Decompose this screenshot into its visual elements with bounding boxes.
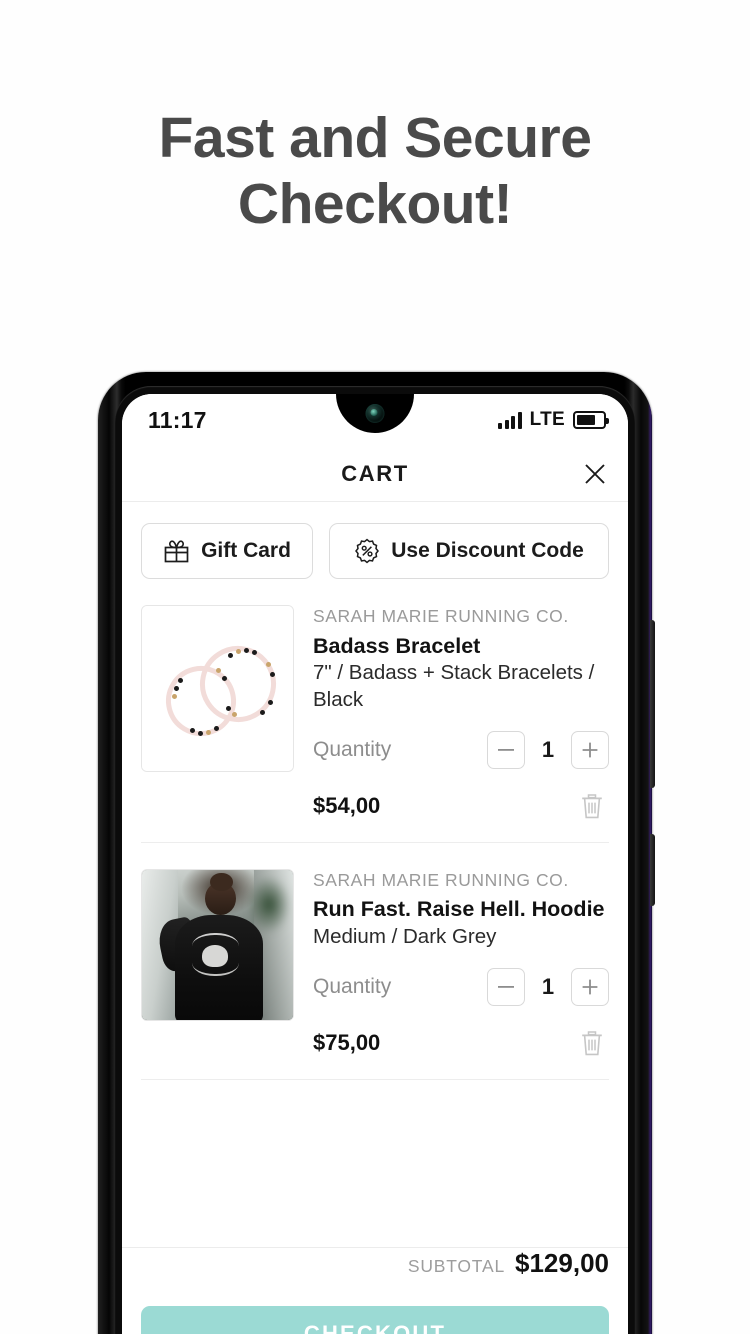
gift-card-label: Gift Card <box>201 539 291 562</box>
cart-header: CART <box>122 446 628 502</box>
line-item-price: $75,00 <box>313 1030 381 1056</box>
increase-quantity-button[interactable] <box>571 968 609 1007</box>
phone-mockup: 11:17 LTE CART Gift Card Use Discount Co… <box>98 372 655 1334</box>
line-item-price: $54,00 <box>313 792 381 818</box>
subtotal-label: SUBTOTAL <box>407 1256 506 1276</box>
product-thumbnail[interactable] <box>141 868 294 1021</box>
product-variant: 7" / Badass + Stack Bracelets / Black <box>313 661 595 711</box>
close-cart-button[interactable] <box>578 457 612 491</box>
increase-quantity-button[interactable] <box>571 730 609 769</box>
decrease-quantity-button[interactable] <box>487 730 525 769</box>
remove-item-button[interactable] <box>575 1025 609 1061</box>
signal-bars-icon <box>498 411 522 429</box>
quantity-label: Quantity <box>313 975 392 999</box>
product-vendor: SARAH MARIE RUNNING CO. <box>313 869 569 890</box>
quantity-label: Quantity <box>313 737 392 761</box>
plus-icon <box>582 742 598 758</box>
quantity-stepper: 1 <box>487 968 609 1007</box>
minus-icon <box>498 986 514 989</box>
trash-icon <box>582 793 602 818</box>
price-row: $75,00 <box>313 1025 609 1061</box>
phone-screen: 11:17 LTE CART Gift Card Use Discount Co… <box>122 394 628 1334</box>
product-thumbnail[interactable] <box>141 605 294 772</box>
checkout-button[interactable]: CHECKOUT <box>141 1306 609 1334</box>
plus-icon <box>582 979 598 995</box>
cart-body: Gift Card Use Discount Code SARAH MARIE … <box>122 502 628 1081</box>
discount-code-button[interactable]: Use Discount Code <box>329 523 609 579</box>
product-vendor: SARAH MARIE RUNNING CO. <box>313 606 569 626</box>
decrease-quantity-button[interactable] <box>487 968 525 1007</box>
product-title: Badass Bracelet <box>313 633 481 658</box>
promo-button-row: Gift Card Use Discount Code <box>141 502 609 579</box>
product-variant: Medium / Dark Grey <box>313 925 497 948</box>
network-label: LTE <box>529 409 565 430</box>
screenshot-root: Fast and Secure Checkout! 11:17 LTE CART… <box>0 0 750 1334</box>
product-title: Run Fast. Raise Hell. Hoodie <box>313 897 605 922</box>
product-info: SARAH MARIE RUNNING CO. Run Fast. Raise … <box>313 869 609 1080</box>
quantity-value: 1 <box>541 974 555 1000</box>
close-icon <box>585 463 605 484</box>
trash-icon <box>582 1031 602 1056</box>
discount-code-label: Use Discount Code <box>391 539 584 562</box>
volume-button[interactable] <box>650 620 655 788</box>
remove-item-button[interactable] <box>575 788 609 824</box>
gift-icon <box>164 539 189 562</box>
quantity-row: Quantity 1 <box>313 730 609 769</box>
hoodie-back-photo <box>142 869 293 1020</box>
quantity-row: Quantity 1 <box>313 968 609 1007</box>
page-title-line-2: Checkout! <box>237 171 513 236</box>
subtotal-value: $129,00 <box>515 1248 609 1278</box>
front-camera-icon <box>365 404 385 423</box>
subtotal-row: SUBTOTAL $129,00 <box>141 1248 609 1306</box>
cart-line-item: SARAH MARIE RUNNING CO. Run Fast. Raise … <box>141 843 609 1081</box>
cart-footer: SUBTOTAL $129,00 CHECKOUT <box>122 1247 628 1334</box>
page-title-line-1: Fast and Secure <box>158 106 592 170</box>
beaded-bracelets-photo <box>142 606 293 771</box>
price-row: $54,00 <box>313 788 609 824</box>
status-time: 11:17 <box>148 406 207 433</box>
power-button[interactable] <box>650 834 655 906</box>
page-title: Fast and Secure Checkout! <box>0 106 750 237</box>
cart-title: CART <box>341 460 409 486</box>
percent-badge-icon <box>355 538 380 564</box>
quantity-stepper: 1 <box>487 730 609 769</box>
checkout-label: CHECKOUT <box>303 1321 447 1334</box>
battery-icon <box>573 411 609 429</box>
gift-card-button[interactable]: Gift Card <box>141 523 313 579</box>
quantity-value: 1 <box>541 736 555 762</box>
status-indicators: LTE <box>498 409 609 431</box>
product-info: SARAH MARIE RUNNING CO. Badass Bracelet … <box>313 605 609 842</box>
cart-line-item: SARAH MARIE RUNNING CO. Badass Bracelet … <box>141 579 609 843</box>
minus-icon <box>498 748 514 751</box>
